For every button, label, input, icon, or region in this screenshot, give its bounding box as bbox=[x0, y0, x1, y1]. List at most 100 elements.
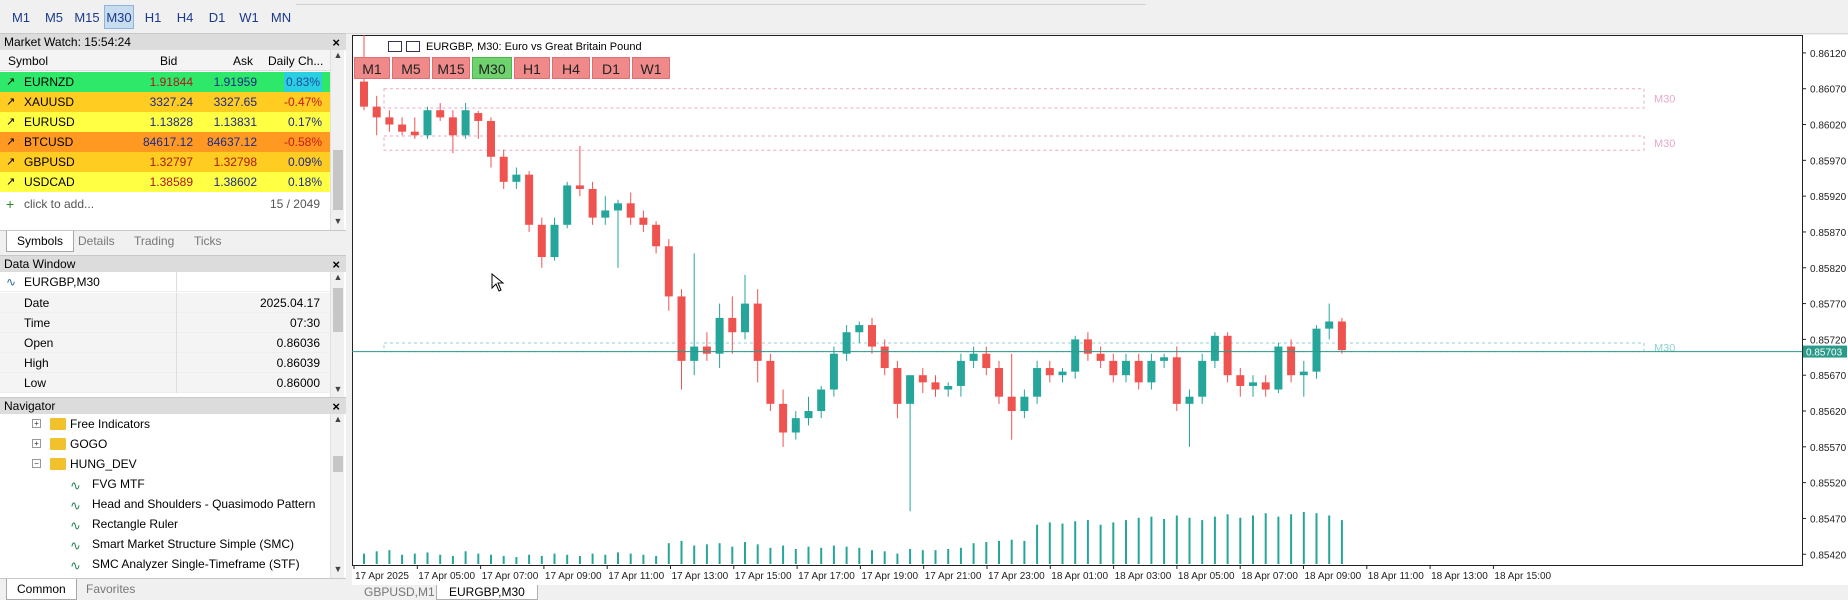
candle-body[interactable] bbox=[791, 418, 800, 433]
candle-body[interactable] bbox=[588, 188, 597, 218]
close-icon[interactable]: × bbox=[332, 34, 340, 51]
candle-body[interactable] bbox=[1261, 382, 1270, 390]
scroll-down-icon[interactable]: ▼ bbox=[331, 564, 345, 574]
candle-body[interactable] bbox=[652, 224, 661, 247]
candle-body[interactable] bbox=[1274, 346, 1283, 390]
chart-timeframe-w1-button[interactable]: W1 bbox=[632, 57, 670, 79]
candle-body[interactable] bbox=[372, 106, 381, 118]
chart-list-icon[interactable] bbox=[388, 41, 402, 52]
col-bid[interactable]: Bid bbox=[160, 54, 177, 68]
candle-body[interactable] bbox=[1109, 360, 1118, 376]
candle-body[interactable] bbox=[626, 203, 635, 218]
chart-timeframe-m1-button[interactable]: M1 bbox=[354, 57, 390, 79]
tab-ticks[interactable]: Ticks bbox=[184, 231, 232, 252]
candle-body[interactable] bbox=[690, 346, 699, 361]
expand-icon[interactable]: + bbox=[32, 439, 41, 448]
candle-body[interactable] bbox=[512, 174, 521, 182]
candle-body[interactable] bbox=[1210, 335, 1219, 361]
collapse-icon[interactable]: − bbox=[32, 459, 41, 468]
candle-body[interactable] bbox=[1198, 360, 1207, 397]
chart-timeframe-h4-button[interactable]: H4 bbox=[552, 57, 590, 79]
scroll-up-icon[interactable]: ▲ bbox=[331, 272, 345, 282]
candle-body[interactable] bbox=[448, 117, 457, 136]
scroll-thumb[interactable] bbox=[333, 456, 343, 472]
timeframe-d1-button[interactable]: D1 bbox=[202, 5, 232, 29]
scroll-thumb[interactable] bbox=[333, 288, 343, 332]
candle-body[interactable] bbox=[537, 224, 546, 258]
candle-body[interactable] bbox=[1337, 321, 1346, 351]
navigator-indicator[interactable]: ∿ Smart Market Structure Simple (SMC) bbox=[0, 534, 330, 554]
candle-body[interactable] bbox=[969, 353, 978, 361]
candle-body[interactable] bbox=[398, 124, 407, 132]
expand-icon[interactable]: + bbox=[32, 419, 41, 428]
chart-timeframe-m5-button[interactable]: M5 bbox=[392, 57, 430, 79]
market-watch-row[interactable]: ↗ EURUSD 1.13828 1.13831 0.17% bbox=[0, 112, 330, 132]
tab-symbols[interactable]: Symbols bbox=[6, 231, 75, 252]
candle-body[interactable] bbox=[1020, 396, 1029, 412]
navigator-scrollbar[interactable]: ▲ ▼ bbox=[330, 414, 344, 578]
candle-body[interactable] bbox=[1147, 360, 1156, 383]
candle-body[interactable] bbox=[1185, 396, 1194, 404]
col-symbol[interactable]: Symbol bbox=[8, 54, 48, 68]
candle-body[interactable] bbox=[461, 110, 470, 136]
scroll-up-icon[interactable]: ▲ bbox=[331, 414, 345, 424]
candle-body[interactable] bbox=[1223, 335, 1232, 376]
scroll-up-icon[interactable]: ▲ bbox=[331, 50, 345, 60]
chart-tab[interactable]: EURGBP,M30 bbox=[436, 585, 538, 600]
col-daily-change[interactable]: Daily Ch... bbox=[268, 54, 323, 68]
candle-body[interactable] bbox=[944, 385, 953, 390]
navigator-indicator[interactable]: ∿ FVG MTF bbox=[0, 474, 330, 494]
timeframe-w1-button[interactable]: W1 bbox=[234, 5, 264, 29]
candle-body[interactable] bbox=[385, 117, 394, 125]
add-symbol-row[interactable]: + click to add... 15 / 2049 bbox=[0, 194, 330, 214]
candle-body[interactable] bbox=[715, 317, 724, 354]
candle-body[interactable] bbox=[639, 217, 648, 225]
timeframe-h4-button[interactable]: H4 bbox=[170, 5, 200, 29]
candle-body[interactable] bbox=[436, 110, 445, 118]
candle-body[interactable] bbox=[664, 246, 673, 297]
close-icon[interactable]: × bbox=[332, 398, 340, 415]
chart-timeframe-h1-button[interactable]: H1 bbox=[514, 57, 550, 79]
candle-body[interactable] bbox=[1312, 328, 1321, 372]
timeframe-m1-button[interactable]: M1 bbox=[6, 5, 36, 29]
market-watch-row[interactable]: ↗ GBPUSD 1.32797 1.32798 0.09% bbox=[0, 152, 330, 172]
navigator-folder[interactable]: − HUNG_DEV bbox=[0, 454, 330, 474]
candle-body[interactable] bbox=[474, 113, 483, 121]
candle-body[interactable] bbox=[779, 403, 788, 433]
candle-body[interactable] bbox=[1134, 360, 1143, 383]
market-watch-row[interactable]: ↗ XAUUSD 3327.24 3327.65 -0.47% bbox=[0, 92, 330, 112]
candle-body[interactable] bbox=[1249, 382, 1257, 386]
candle-body[interactable] bbox=[563, 185, 572, 225]
chart-canvas[interactable]: 0.86120 0.86070 0.86020 0.85970 0.85920 0.858… bbox=[352, 35, 1848, 585]
chart-timeframe-d1-button[interactable]: D1 bbox=[592, 57, 630, 79]
candle-body[interactable] bbox=[1045, 368, 1054, 376]
col-ask[interactable]: Ask bbox=[233, 54, 253, 68]
candle-body[interactable] bbox=[931, 382, 940, 390]
candle-body[interactable] bbox=[728, 317, 737, 333]
candle-body[interactable] bbox=[741, 303, 749, 333]
tab-details[interactable]: Details bbox=[68, 231, 125, 252]
candle-body[interactable] bbox=[880, 346, 889, 369]
candle-body[interactable] bbox=[982, 353, 991, 369]
timeframe-h1-button[interactable]: H1 bbox=[138, 5, 168, 29]
candle-body[interactable] bbox=[1058, 371, 1067, 376]
candle-body[interactable] bbox=[766, 360, 775, 404]
timeframe-m30-button[interactable]: M30 bbox=[104, 5, 134, 29]
candle-body[interactable] bbox=[804, 411, 813, 419]
candle-body[interactable] bbox=[1096, 353, 1105, 361]
scroll-thumb[interactable] bbox=[333, 150, 343, 210]
market-watch-row[interactable]: ↗ USDCAD 1.38589 1.38602 0.18% bbox=[0, 172, 330, 192]
candle-body[interactable] bbox=[995, 368, 1003, 397]
candle-body[interactable] bbox=[753, 303, 762, 361]
tab-favorites[interactable]: Favorites bbox=[76, 579, 145, 600]
timeframe-mn-button[interactable]: MN bbox=[266, 5, 296, 29]
navigator-folder[interactable]: + Free Indicators bbox=[0, 414, 330, 434]
candle-body[interactable] bbox=[1172, 357, 1181, 404]
candle-body[interactable] bbox=[906, 375, 915, 404]
navigator-indicator[interactable]: ∿ SMC Analyzer Single-Timeframe (STF) bbox=[0, 554, 330, 574]
market-watch-row[interactable]: ↗ EURNZD 1.91844 1.91959 0.83% bbox=[0, 72, 330, 92]
market-watch-scrollbar[interactable]: ▲ ▼ bbox=[330, 50, 344, 230]
candle-body[interactable] bbox=[1236, 375, 1245, 386]
candle-body[interactable] bbox=[575, 185, 584, 189]
candle-body[interactable] bbox=[1007, 396, 1016, 412]
